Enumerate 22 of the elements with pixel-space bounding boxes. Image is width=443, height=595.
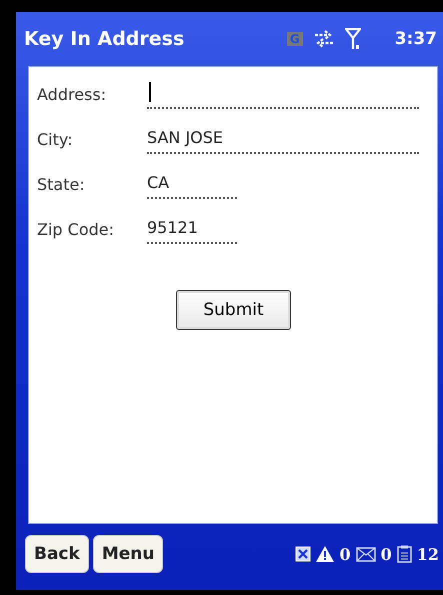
- clipboard-icon: [396, 545, 412, 563]
- text-field[interactable]: 95121: [147, 212, 237, 244]
- soft-key-button[interactable]: Back: [25, 535, 89, 573]
- notification-count: 12: [416, 544, 439, 564]
- notification-count: 0: [339, 544, 351, 564]
- sync-arrows-icon: [312, 30, 335, 48]
- field-label: State:: [37, 174, 86, 194]
- network-badge: G: [286, 32, 303, 46]
- submit-button[interactable]: Submit: [176, 290, 291, 330]
- clock-time: 3:37: [394, 29, 437, 49]
- antenna-icon: [344, 28, 361, 50]
- text-field[interactable]: CA: [147, 167, 237, 199]
- text-field[interactable]: SAN JOSE: [147, 122, 419, 154]
- window-title: Key In Address: [24, 28, 186, 50]
- field-label: Address:: [37, 84, 108, 104]
- field-label: City:: [37, 129, 74, 149]
- soft-key-button[interactable]: Menu: [92, 535, 164, 573]
- envelope-icon: [356, 546, 376, 562]
- notification-count: 0: [380, 544, 392, 564]
- warning-icon: [316, 546, 334, 562]
- field-label: Zip Code:: [37, 219, 115, 239]
- close-icon[interactable]: [295, 546, 312, 562]
